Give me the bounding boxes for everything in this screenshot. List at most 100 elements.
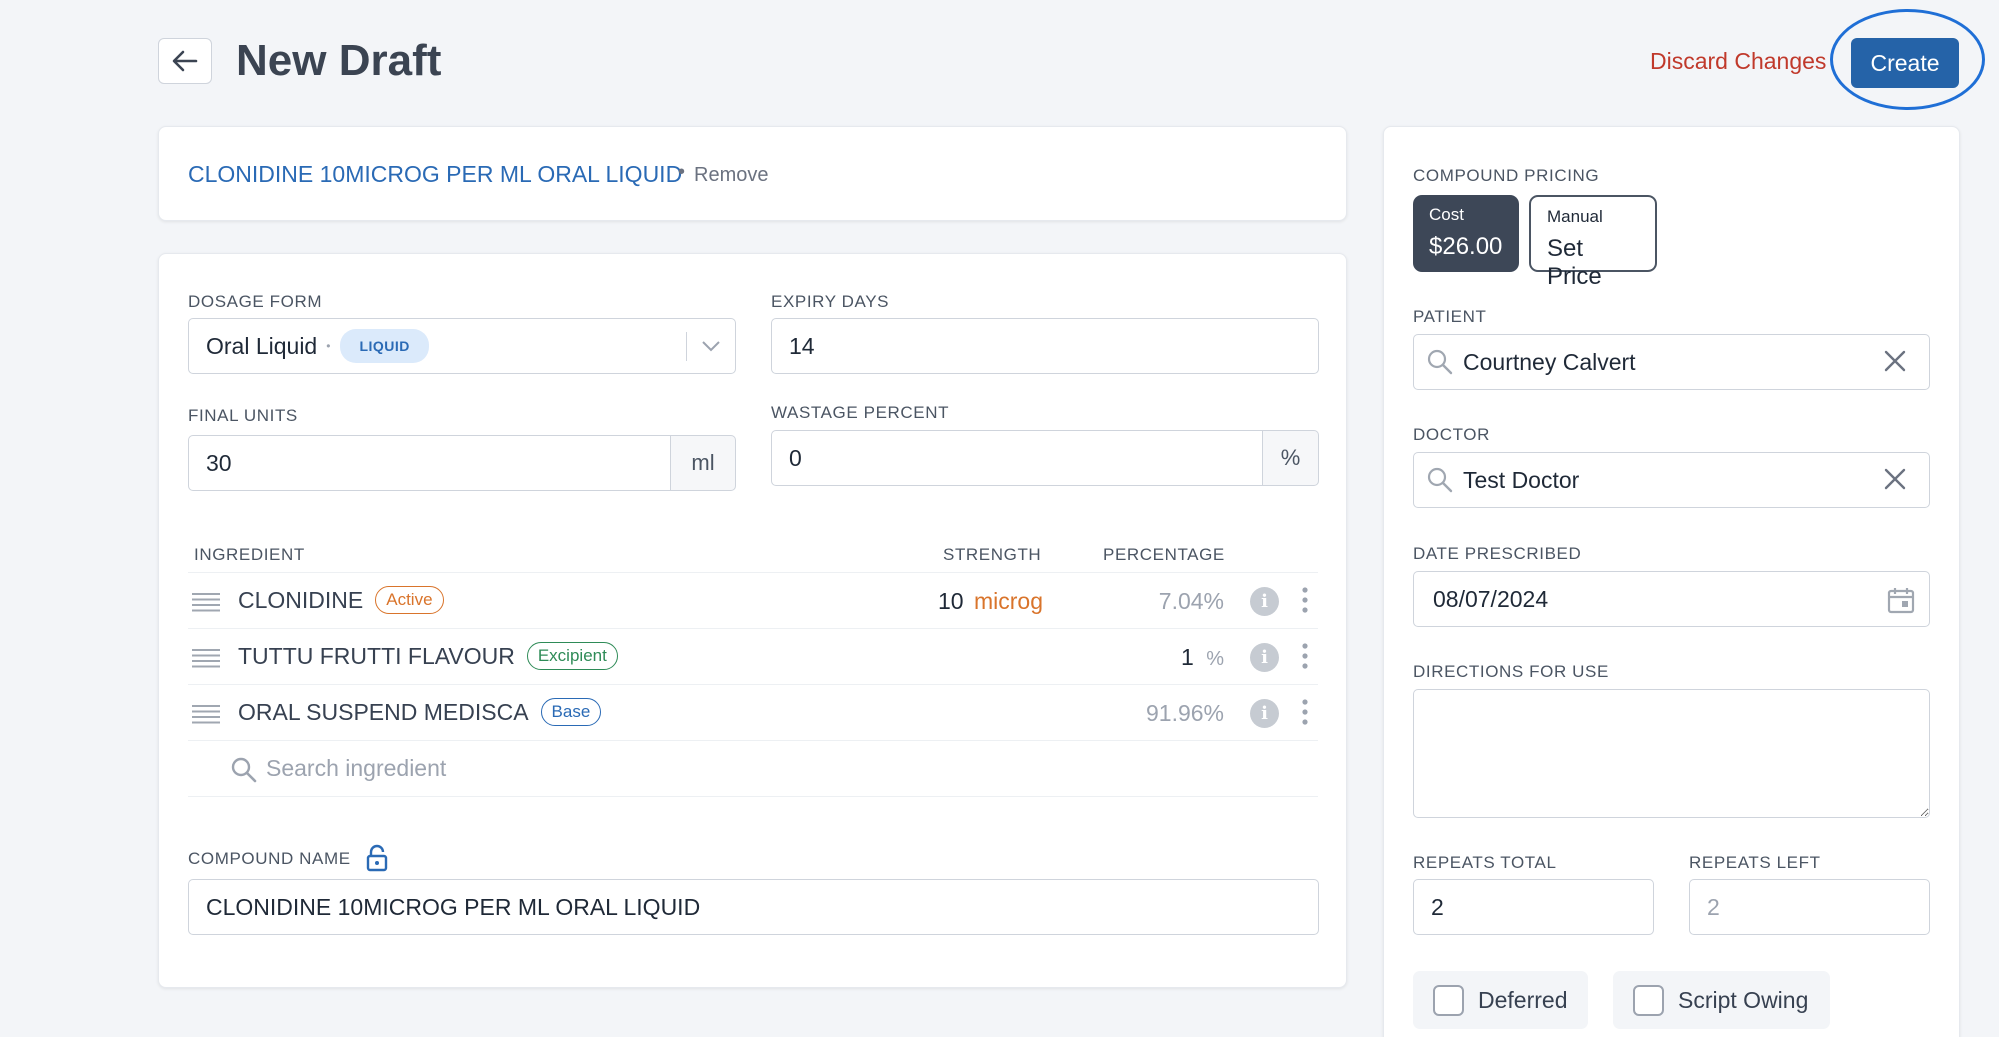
calendar-icon[interactable] [1887, 586, 1915, 614]
ingredient-search-placeholder: Search ingredient [266, 755, 447, 781]
ingredient-percentage: 7.04% [1158, 588, 1224, 614]
create-button[interactable]: Create [1851, 38, 1959, 88]
doctor-search-input[interactable]: Test Doctor [1413, 452, 1930, 508]
close-icon[interactable] [1883, 349, 1907, 373]
more-vertical-icon[interactable] [1302, 643, 1308, 669]
ingredient-row[interactable]: TUTTU FRUTTI FLAVOUR Excipient 1 % i [188, 629, 1318, 685]
separator-dot: • [678, 161, 686, 183]
compound-name-value: CLONIDINE 10MICROG PER ML ORAL LIQUID [206, 893, 701, 920]
ingredient-name-text: CLONIDINE [238, 586, 364, 613]
dosage-form-select[interactable]: Oral Liquid • LIQUID [188, 318, 736, 374]
compound-name-label: COMPOUND NAME [188, 849, 351, 868]
doctor-label: DOCTOR [1413, 425, 1490, 444]
final-units-input[interactable]: 30 [188, 435, 671, 491]
drag-handle-icon[interactable] [192, 648, 220, 668]
repeats-left-input: 2 [1689, 879, 1930, 935]
ingredient-strength[interactable]: 10 microg [938, 588, 1043, 615]
ingredient-row[interactable]: CLONIDINE Active 10 microg 7.04% i [188, 573, 1318, 629]
liquid-badge: LIQUID [340, 329, 429, 363]
strength-unit: microg [973, 588, 1043, 614]
repeats-total-value: 2 [1431, 893, 1444, 920]
formula-card: DOSAGE FORM Oral Liquid • LIQUID EXPIRY … [158, 253, 1347, 988]
pricing-toggle-group: Cost $26.00 Manual Set Price [1413, 195, 1657, 290]
script-owing-label: Script Owing [1678, 986, 1809, 1013]
date-prescribed-input[interactable]: 08/07/2024 [1413, 571, 1930, 627]
repeats-total-label: REPEATS TOTAL [1413, 853, 1557, 872]
ingredient-percentage: 91.96% [1145, 700, 1224, 726]
wastage-percent-label: WASTAGE PERCENT [771, 403, 950, 422]
ingredient-row[interactable]: ORAL SUSPEND MEDISCA Base 91.96% i [188, 685, 1318, 741]
script-owing-checkbox-wrapper[interactable]: Script Owing [1613, 971, 1830, 1029]
deferred-checkbox[interactable] [1433, 984, 1464, 1016]
ingredient-type-badge: Base [540, 698, 602, 726]
ingredient-name: ORAL SUSPEND MEDISCA Base [238, 698, 602, 726]
pricing-option-manual[interactable]: Manual Set Price [1529, 195, 1657, 290]
compound-card: CLONIDINE 10MICROG PER ML ORAL LIQUID • … [158, 126, 1347, 221]
wastage-percent-unit: % [1263, 430, 1319, 486]
pricing-option-value: Set Price [1547, 235, 1602, 290]
wastage-percent-input[interactable]: 0 [771, 430, 1263, 486]
dosage-form-label: DOSAGE FORM [188, 292, 323, 311]
more-vertical-icon[interactable] [1302, 699, 1308, 725]
final-units-unit: ml [671, 435, 736, 491]
expiry-days-value: 14 [789, 332, 815, 359]
date-prescribed-label: DATE PRESCRIBED [1413, 544, 1582, 563]
ingredient-table-header: INGREDIENT STRENGTH PERCENTAGE [188, 542, 1318, 573]
select-divider [686, 332, 687, 361]
strength-value: 10 [938, 588, 964, 614]
page-header: New Draft Discard Changes Create [158, 9, 1999, 110]
expiry-days-input[interactable]: 14 [771, 318, 1319, 374]
more-vertical-icon[interactable] [1302, 587, 1308, 613]
repeats-left-label: REPEATS LEFT [1689, 853, 1821, 872]
patient-search-input[interactable]: Courtney Calvert [1413, 334, 1930, 390]
chevron-down-icon[interactable] [701, 339, 721, 353]
doctor-value: Test Doctor [1463, 466, 1580, 493]
strength-unit: % [1206, 648, 1224, 670]
pricing-option-value: $26.00 [1429, 233, 1503, 260]
info-icon[interactable]: i [1250, 587, 1279, 616]
ingredient-strength[interactable]: 1 % [1181, 644, 1224, 671]
pricing-option-cost[interactable]: Cost $26.00 [1413, 195, 1519, 272]
ingredient-name-text: ORAL SUSPEND MEDISCA [238, 698, 529, 725]
drag-handle-icon[interactable] [192, 592, 220, 612]
directions-label: DIRECTIONS FOR USE [1413, 662, 1609, 681]
dosage-form-dot: • [326, 339, 331, 353]
prescription-card: COMPOUND PRICING Cost $26.00 Manual Set … [1383, 126, 1960, 1037]
lock-icon[interactable] [366, 844, 388, 872]
strength-value: 1 [1181, 644, 1194, 670]
search-icon [231, 757, 257, 783]
patient-label: PATIENT [1413, 307, 1487, 326]
discard-changes-button[interactable]: Discard Changes [1650, 48, 1826, 75]
info-icon[interactable]: i [1250, 643, 1279, 672]
deferred-label: Deferred [1478, 986, 1568, 1013]
pricing-option-label: Cost [1429, 205, 1464, 224]
final-units-value: 30 [206, 449, 232, 476]
script-owing-checkbox[interactable] [1633, 984, 1664, 1016]
date-prescribed-value: 08/07/2024 [1433, 585, 1549, 612]
search-icon [1427, 349, 1453, 375]
ingredient-type-badge: Excipient [526, 642, 618, 670]
pricing-option-label: Manual [1547, 207, 1603, 226]
deferred-checkbox-wrapper[interactable]: Deferred [1413, 971, 1588, 1029]
ingredient-type-badge: Active [375, 586, 444, 614]
search-icon [1427, 467, 1453, 493]
wastage-percent-value: 0 [789, 444, 802, 471]
ingredient-name: TUTTU FRUTTI FLAVOUR Excipient [238, 642, 618, 670]
ingredient-name: CLONIDINE Active [238, 586, 444, 614]
final-units-label: FINAL UNITS [188, 406, 298, 425]
compound-name-input[interactable]: CLONIDINE 10MICROG PER ML ORAL LIQUID [188, 879, 1319, 935]
repeats-total-input[interactable]: 2 [1413, 879, 1654, 935]
remove-link[interactable]: Remove [694, 164, 768, 187]
drag-handle-icon[interactable] [192, 704, 220, 724]
info-icon[interactable]: i [1250, 699, 1279, 728]
directions-textarea[interactable] [1413, 689, 1930, 818]
close-icon[interactable] [1883, 467, 1907, 491]
back-button[interactable] [158, 38, 212, 84]
compound-name-link[interactable]: CLONIDINE 10MICROG PER ML ORAL LIQUID [188, 161, 682, 188]
ingredient-search[interactable]: Search ingredient [188, 741, 1318, 797]
patient-value: Courtney Calvert [1463, 348, 1636, 375]
col-strength: STRENGTH [943, 545, 1042, 564]
arrow-left-icon [172, 50, 198, 72]
ingredient-name-text: TUTTU FRUTTI FLAVOUR [238, 642, 515, 669]
repeats-left-value: 2 [1707, 893, 1720, 920]
